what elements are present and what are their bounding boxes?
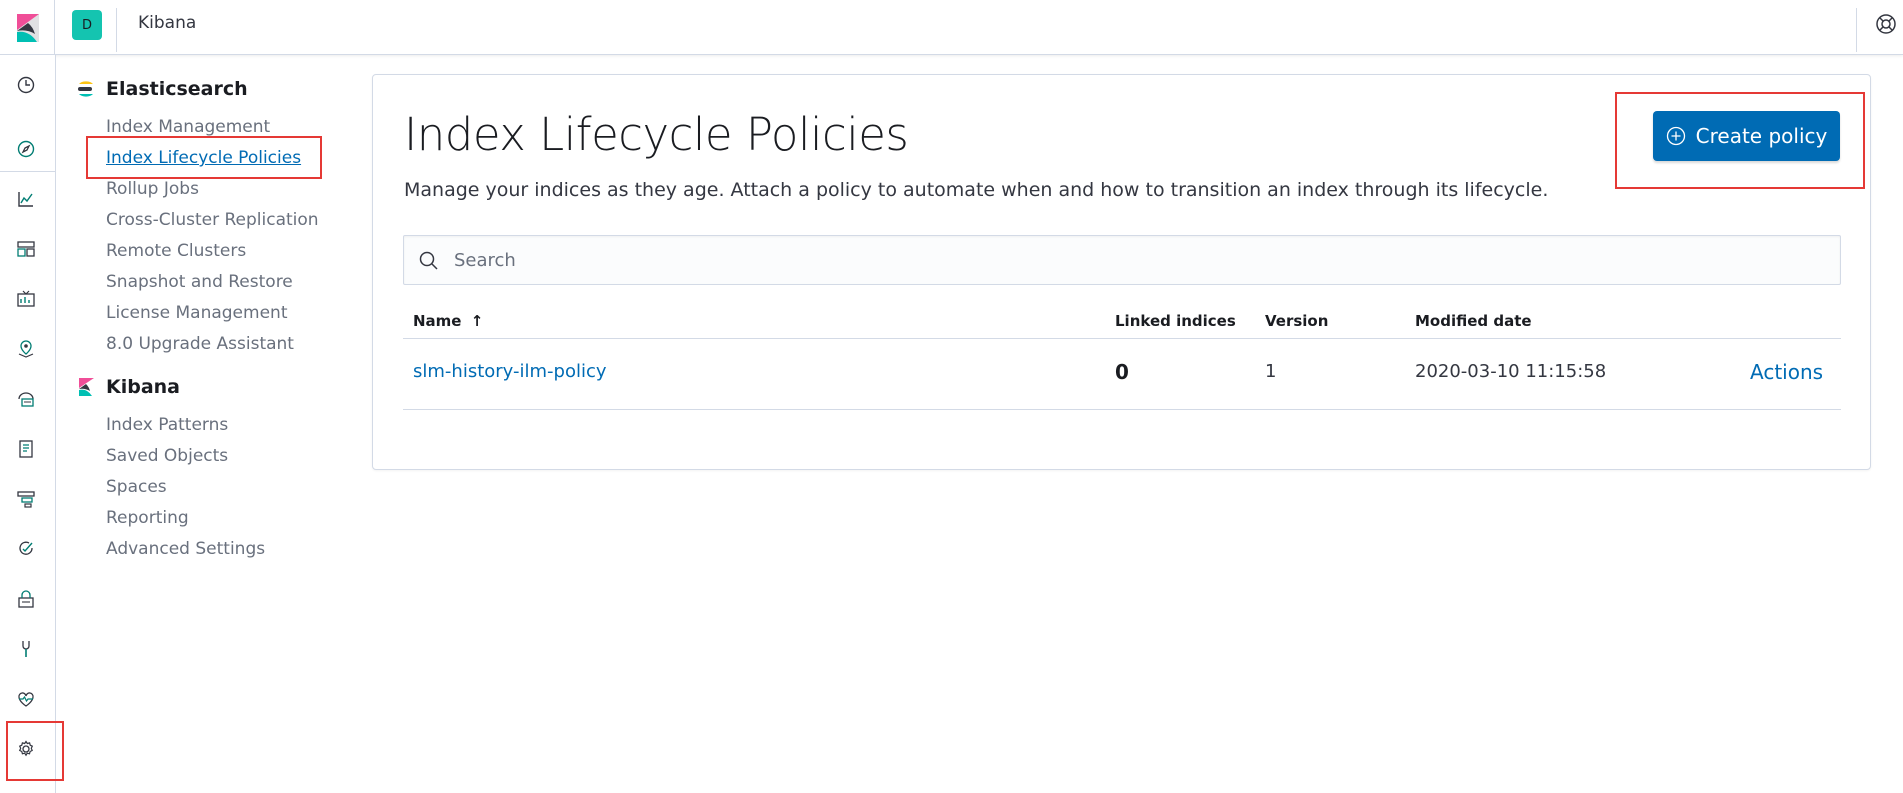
create-policy-button[interactable]: Create policy bbox=[1653, 111, 1840, 161]
management-gear-icon[interactable] bbox=[10, 733, 42, 765]
nav-license-management[interactable]: License Management bbox=[106, 298, 356, 329]
nav-reporting[interactable]: Reporting bbox=[106, 503, 356, 534]
nav-upgrade-assistant[interactable]: 8.0 Upgrade Assistant bbox=[106, 329, 356, 360]
column-version[interactable]: Version bbox=[1265, 312, 1328, 330]
help-icon[interactable] bbox=[1873, 11, 1899, 37]
table-header: Name ↑ Linked indices Version Modified d… bbox=[403, 303, 1841, 339]
policies-table: Name ↑ Linked indices Version Modified d… bbox=[403, 303, 1841, 410]
siem-icon[interactable] bbox=[10, 583, 42, 615]
nav-remote-clusters[interactable]: Remote Clusters bbox=[106, 236, 356, 267]
header-divider bbox=[116, 8, 117, 52]
nav-cross-cluster-replication[interactable]: Cross-Cluster Replication bbox=[106, 205, 356, 236]
sort-ascending-icon: ↑ bbox=[470, 312, 484, 330]
policy-modified-date: 2020-03-10 11:15:58 bbox=[1415, 361, 1607, 382]
page-title: Index Lifecycle Policies bbox=[404, 108, 909, 161]
dashboard-icon[interactable] bbox=[10, 233, 42, 265]
management-side-nav: Elasticsearch Index Management Index Lif… bbox=[76, 76, 356, 565]
section-kibana: Kibana bbox=[76, 374, 356, 400]
search-input[interactable] bbox=[454, 236, 1824, 284]
elasticsearch-logo-icon bbox=[76, 79, 96, 99]
visualize-icon[interactable] bbox=[10, 183, 42, 215]
canvas-icon[interactable] bbox=[10, 283, 42, 315]
monitoring-icon[interactable] bbox=[10, 683, 42, 715]
column-modified-date[interactable]: Modified date bbox=[1415, 312, 1532, 330]
plus-in-circle-icon bbox=[1666, 126, 1685, 146]
kibana-logo-icon bbox=[17, 13, 39, 42]
nav-snapshot-and-restore[interactable]: Snapshot and Restore bbox=[106, 267, 356, 298]
create-policy-label: Create policy bbox=[1695, 124, 1828, 148]
dev-tools-icon[interactable] bbox=[10, 633, 42, 665]
nav-rollup-jobs[interactable]: Rollup Jobs bbox=[106, 174, 356, 205]
column-name[interactable]: Name ↑ bbox=[413, 312, 483, 330]
main-panel: Index Lifecycle Policies Manage your ind… bbox=[372, 74, 1871, 470]
nav-index-patterns[interactable]: Index Patterns bbox=[106, 410, 356, 441]
space-avatar[interactable]: D bbox=[72, 10, 102, 40]
discover-icon[interactable] bbox=[10, 133, 42, 165]
policy-name-link[interactable]: slm-history-ilm-policy bbox=[413, 361, 607, 382]
section-title-elasticsearch: Elasticsearch bbox=[106, 78, 248, 100]
policy-version: 1 bbox=[1265, 361, 1277, 382]
actions-button[interactable]: Actions bbox=[1750, 360, 1823, 384]
linked-indices-count: 0 bbox=[1115, 360, 1129, 384]
nav-rail bbox=[0, 55, 64, 793]
header-divider-right bbox=[1856, 8, 1857, 52]
column-name-label: Name bbox=[413, 312, 462, 330]
nav-saved-objects[interactable]: Saved Objects bbox=[106, 441, 356, 472]
maps-icon[interactable] bbox=[10, 333, 42, 365]
table-row: slm-history-ilm-policy 0 1 2020-03-10 11… bbox=[403, 339, 1841, 410]
section-title-kibana: Kibana bbox=[106, 376, 181, 398]
nav-spaces[interactable]: Spaces bbox=[106, 472, 356, 503]
infrastructure-icon[interactable] bbox=[10, 383, 42, 415]
kibana-section-icon bbox=[76, 377, 96, 397]
rail-separator bbox=[0, 171, 56, 172]
column-linked-indices[interactable]: Linked indices bbox=[1115, 312, 1236, 330]
clock-icon[interactable] bbox=[10, 69, 42, 101]
top-header: D Kibana bbox=[0, 0, 1903, 55]
apm-icon[interactable] bbox=[10, 483, 42, 515]
breadcrumb-kibana: Kibana bbox=[138, 13, 197, 33]
uptime-icon[interactable] bbox=[10, 533, 42, 565]
search-icon bbox=[419, 251, 438, 270]
search-field[interactable] bbox=[403, 235, 1841, 285]
logs-icon[interactable] bbox=[10, 433, 42, 465]
kibana-logo[interactable] bbox=[0, 0, 55, 55]
nav-index-management[interactable]: Index Management bbox=[106, 112, 356, 143]
page-description: Manage your indices as they age. Attach … bbox=[404, 179, 1549, 201]
nav-advanced-settings[interactable]: Advanced Settings bbox=[106, 534, 356, 565]
section-elasticsearch: Elasticsearch bbox=[76, 76, 356, 102]
nav-index-lifecycle-policies[interactable]: Index Lifecycle Policies bbox=[106, 143, 356, 174]
